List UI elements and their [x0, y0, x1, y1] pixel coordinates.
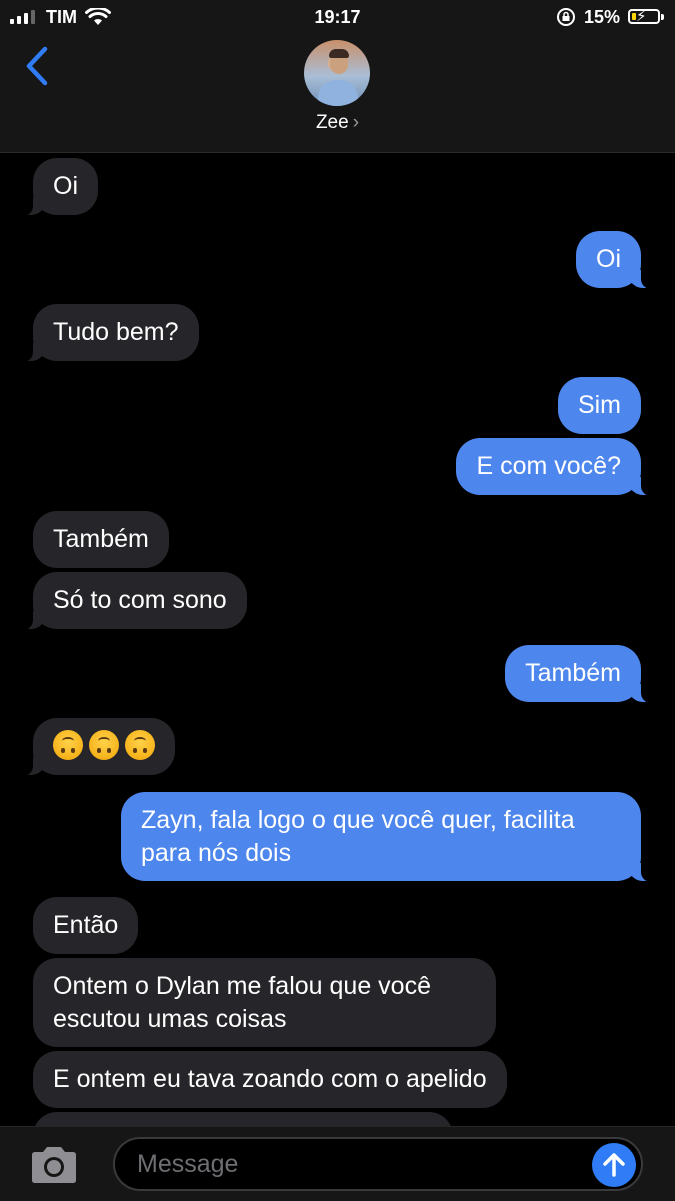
contact-avatar[interactable]: [304, 40, 370, 106]
conversation-header: TIM 19:17 15% ⚡ Zee ›: [0, 0, 675, 153]
upside-down-face-icon: [89, 730, 119, 760]
message-bubble-outgoing[interactable]: E com você?: [456, 438, 656, 496]
message-text: Oi: [53, 172, 78, 200]
message-input[interactable]: Message: [113, 1137, 643, 1191]
message-bubble-incoming[interactable]: [18, 718, 175, 776]
message-bubble-incoming[interactable]: Também: [33, 511, 169, 568]
contact-name: Zee: [315, 112, 349, 133]
message-text: Ontem o Dylan me falou que você escutou …: [53, 972, 431, 1033]
message-text: Sim: [577, 391, 621, 419]
message-input-placeholder: Message: [137, 1150, 239, 1178]
message-text: Tudo bem?: [53, 318, 179, 346]
message-text: Só to com sono: [53, 586, 227, 614]
message-bubble-incoming[interactable]: E ontem eu tava zoando com o apelido: [33, 1051, 507, 1108]
message-bubble-outgoing[interactable]: Sim: [557, 377, 641, 434]
message-list[interactable]: Oi Oi Tudo bem? Sim E com você? Também S…: [0, 153, 675, 1126]
upside-down-face-emoji-group: [53, 730, 155, 760]
message-bubble-incoming[interactable]: Então: [33, 897, 139, 954]
message-text: Zayn, fala logo o que você quer, facilit…: [141, 806, 575, 867]
send-arrow-icon[interactable]: [592, 1143, 636, 1187]
composer-bar: Message: [0, 1126, 675, 1201]
message-text: Também: [53, 525, 149, 553]
message-text: Então: [53, 911, 119, 939]
message-bubble-incoming-partial[interactable]: [33, 1112, 453, 1126]
message-text: Oi: [596, 245, 621, 273]
message-text: E com você?: [476, 452, 621, 480]
message-bubble-incoming[interactable]: Ontem o Dylan me falou que você escutou …: [33, 958, 496, 1047]
battery-tip: [661, 14, 664, 20]
camera-icon[interactable]: [28, 1145, 80, 1190]
battery-percent: 15%: [584, 7, 621, 27]
upside-down-face-icon: [53, 730, 83, 760]
status-bar: TIM 19:17 15% ⚡: [0, 6, 675, 28]
message-bubble-incoming[interactable]: Só to com sono: [18, 572, 247, 630]
upside-down-face-icon: [125, 730, 155, 760]
message-text: E ontem eu tava zoando com o apelido: [53, 1065, 487, 1093]
back-chevron-icon[interactable]: [24, 46, 50, 91]
chevron-right-icon: ›: [352, 112, 360, 133]
message-bubble-outgoing[interactable]: Também: [505, 645, 656, 703]
rotation-lock-icon: [556, 7, 576, 32]
charging-bolt-icon: ⚡: [636, 8, 647, 25]
message-bubble-incoming[interactable]: Oi: [18, 158, 98, 216]
contact-name-button[interactable]: Zee ›: [0, 112, 675, 134]
message-bubble-outgoing[interactable]: Zayn, fala logo o que você quer, facilit…: [121, 792, 656, 882]
message-bubble-incoming[interactable]: Tudo bem?: [18, 304, 199, 362]
message-text: Também: [525, 659, 621, 687]
message-bubble-outgoing[interactable]: Oi: [576, 231, 656, 289]
